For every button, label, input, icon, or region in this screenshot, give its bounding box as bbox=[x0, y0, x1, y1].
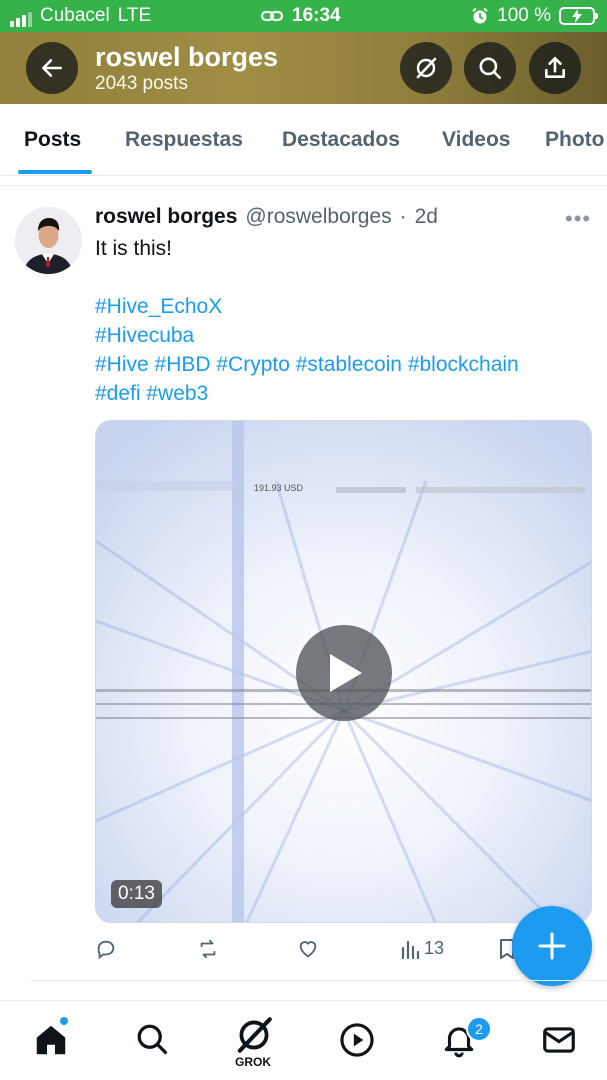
alarm-icon bbox=[472, 7, 488, 24]
signal-icon bbox=[10, 9, 32, 27]
hashtag-line[interactable]: #Hive_EchoX bbox=[95, 292, 590, 321]
tab-destacados[interactable]: Destacados bbox=[282, 128, 400, 152]
views-button[interactable]: 13 bbox=[400, 938, 444, 959]
repost-icon bbox=[200, 939, 216, 959]
carrier-label: Cubacel bbox=[40, 5, 110, 26]
nav-home[interactable] bbox=[32, 1021, 70, 1064]
home-notification-dot bbox=[59, 1016, 69, 1026]
grok-icon bbox=[237, 1017, 272, 1053]
share-icon bbox=[545, 56, 565, 78]
profile-tabs: Posts Respuestas Destacados Videos Photo bbox=[0, 104, 607, 176]
status-bar: Cubacel LTE 16:34 100 % bbox=[0, 0, 607, 32]
tweet-divider bbox=[30, 980, 607, 981]
like-button[interactable] bbox=[297, 938, 319, 960]
back-button[interactable] bbox=[26, 42, 78, 94]
home-icon bbox=[36, 1025, 66, 1055]
tab-respuestas[interactable]: Respuestas bbox=[125, 128, 243, 152]
plus-icon bbox=[538, 932, 566, 960]
tweet-line: It is this! bbox=[95, 237, 173, 260]
nav-search[interactable] bbox=[134, 1021, 170, 1062]
mail-icon bbox=[543, 1027, 575, 1053]
views-count: 13 bbox=[424, 938, 445, 958]
post-count: 2043 posts bbox=[95, 73, 188, 94]
nav-video[interactable] bbox=[338, 1021, 376, 1064]
battery-percent: 100 % bbox=[497, 5, 551, 26]
link-icon bbox=[260, 10, 284, 22]
bottom-navigation: GROK 2 bbox=[0, 1000, 607, 1080]
hashtag-line[interactable]: #Hivecuba bbox=[95, 321, 590, 350]
tweet-header: roswel borges @roswelborges · 2d bbox=[95, 205, 438, 229]
arrow-left-icon bbox=[42, 59, 62, 77]
search-button[interactable] bbox=[464, 42, 516, 94]
tab-photos[interactable]: Photo bbox=[545, 128, 604, 152]
profile-name: roswel borges bbox=[95, 42, 279, 72]
grok-label: GROK bbox=[235, 1055, 271, 1069]
notifications-badge: 2 bbox=[466, 1016, 492, 1042]
author-handle[interactable]: @roswelborges bbox=[245, 205, 391, 229]
bar-chart-icon bbox=[401, 940, 420, 959]
tweet-text: It is this! #Hive_EchoX #Hivecuba #Hive … bbox=[95, 234, 590, 408]
nav-messages[interactable] bbox=[540, 1021, 578, 1064]
compose-post-button[interactable] bbox=[512, 906, 592, 986]
play-circle-icon bbox=[340, 1023, 374, 1057]
avatar[interactable] bbox=[15, 207, 82, 274]
search-icon bbox=[137, 1024, 168, 1055]
video-player[interactable]: 191.93 USD 0:13 bbox=[95, 420, 592, 923]
more-options-icon[interactable]: ••• bbox=[565, 206, 591, 232]
hashtag-line[interactable]: #Hive #HBD #Crypto #stablecoin #blockcha… bbox=[95, 350, 590, 379]
video-duration: 0:13 bbox=[111, 880, 162, 908]
play-button[interactable] bbox=[296, 625, 392, 721]
price-overlay-label: 191.93 USD bbox=[254, 483, 304, 493]
active-tab-indicator bbox=[18, 170, 92, 174]
heart-icon bbox=[299, 941, 317, 958]
reply-icon bbox=[97, 940, 115, 960]
timestamp: 2d bbox=[414, 205, 438, 228]
grok-icon bbox=[416, 57, 437, 79]
network-label: LTE bbox=[117, 5, 152, 26]
tab-videos[interactable]: Videos bbox=[442, 128, 510, 152]
separator-dot: · bbox=[399, 205, 407, 228]
grok-button[interactable] bbox=[400, 42, 452, 94]
author-name[interactable]: roswel borges bbox=[95, 205, 237, 229]
search-icon bbox=[479, 57, 502, 80]
battery-icon bbox=[559, 7, 598, 25]
clock: 16:34 bbox=[292, 5, 341, 26]
hashtag-line[interactable]: #defi #web3 bbox=[95, 379, 590, 408]
share-button[interactable] bbox=[529, 42, 581, 94]
profile-header: roswel borges 2043 posts bbox=[0, 32, 607, 104]
play-icon bbox=[330, 654, 362, 692]
divider bbox=[0, 185, 607, 186]
reply-button[interactable] bbox=[95, 938, 117, 960]
repost-button[interactable] bbox=[196, 938, 220, 960]
tab-posts[interactable]: Posts bbox=[24, 128, 81, 152]
